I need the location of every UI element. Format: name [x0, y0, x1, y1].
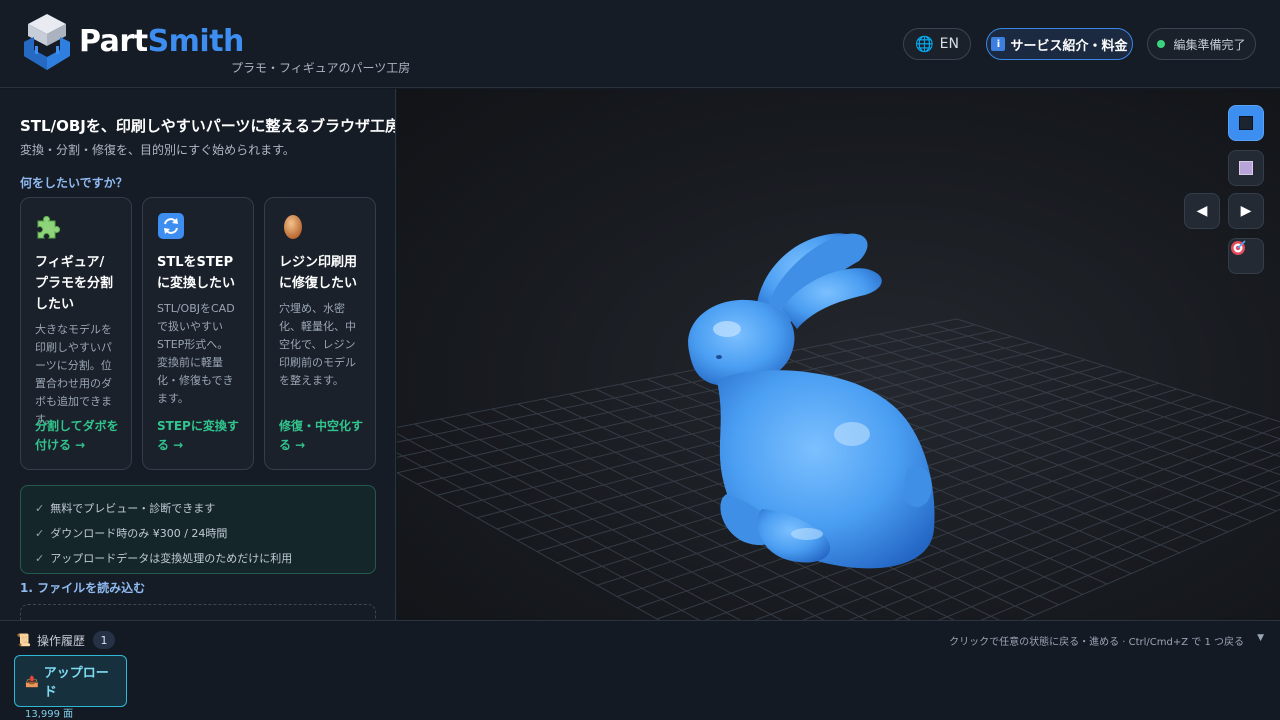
target-icon [1231, 240, 1246, 255]
history-count-badge: 1 [92, 631, 115, 649]
history-bar: 📜 操作履歴 1 クリックで任意の状態に戻る・進める · Ctrl/Cmd+Z … [0, 620, 1280, 720]
solid-view-button[interactable] [1228, 105, 1264, 141]
language-label: EN [939, 36, 959, 52]
scene-canvas[interactable] [397, 89, 1280, 620]
wireframe-view-button[interactable] [1228, 150, 1264, 186]
history-title: 操作履歴 [36, 633, 85, 648]
card-link[interactable]: 分割してダボを付ける → [35, 417, 121, 455]
history-item-text: アップロード [43, 666, 109, 700]
brand-name-part: Part [79, 24, 148, 59]
prev-view-button[interactable]: ◀ [1184, 193, 1220, 229]
status-dot-icon [1157, 40, 1166, 48]
grid-line [879, 333, 1280, 476]
info-row: ✓ ダウンロード時のみ ¥300 / 24時間 [35, 521, 361, 546]
chevron-down-icon[interactable]: ▼ [1257, 633, 1264, 643]
solid-view-icon [1239, 116, 1253, 130]
history-item-label: 📤 アップロード [25, 662, 116, 700]
focus-button[interactable] [1228, 238, 1264, 274]
status-label: 編集準備完了 [1173, 37, 1246, 52]
info-icon: i [991, 37, 1006, 51]
upload-icon: 📤 [25, 674, 39, 688]
egg-icon [279, 212, 307, 240]
card-link[interactable]: STEPに変換する → [157, 417, 243, 455]
info-text: ダウンロード時のみ ¥300 / 24時間 [50, 527, 228, 540]
service-info-label: サービス紹介・料金 [1010, 38, 1128, 54]
card-title: レジン印刷用に修復したい [279, 255, 358, 291]
check-icon: ✓ [35, 552, 45, 565]
card-description: 大きなモデルを印刷しやすいパーツに分割。位置合わせ用のダボも追加できます。 [35, 323, 112, 426]
next-view-button[interactable]: ▶ [1228, 193, 1264, 229]
task-question: 何をしたいですか？ [20, 176, 128, 190]
puzzle-icon [35, 212, 63, 240]
convert-icon [157, 212, 185, 240]
task-card-split[interactable]: フィギュア/プラモを分割したい 大きなモデルを印刷しやすいパーツに分割。位置合わ… [20, 197, 132, 470]
card-title: フィギュア/プラモを分割したい [35, 255, 114, 312]
globe-icon: 🌐 [914, 35, 934, 53]
history-item[interactable]: 📤 アップロード 13,999 面 [14, 655, 127, 720]
panel-subline: 変換・分割・修復を、目的別にすぐ始められます。 [20, 143, 295, 157]
info-text: 無料でプレビュー・診断できます [50, 502, 216, 515]
history-hint: クリックで任意の状態に戻る・進める · Ctrl/Cmd+Z で 1 つ戻る [949, 637, 1244, 648]
3d-viewport[interactable]: ◀ ▶ [397, 89, 1280, 620]
card-title: STLをSTEPに変換したい [157, 255, 236, 291]
card-description: STL/OBJをCADで扱いやすいSTEP形式へ。変換前に軽量化・修復もできます… [157, 302, 235, 405]
task-card-repair[interactable]: レジン印刷用に修復したい 穴埋め、水密化、軽量化、中空化で、レジン印刷前のモデル… [264, 197, 376, 470]
check-icon: ✓ [35, 527, 45, 540]
bunny-model[interactable] [688, 233, 935, 569]
service-info-button[interactable]: i サービス紹介・料金 [986, 28, 1133, 60]
panel-headline: STL/OBJを、印刷しやすいパーツに整えるブラウザ工房。 [20, 117, 396, 135]
status-indicator: 編集準備完了 [1147, 28, 1256, 60]
info-text: アップロードデータは変換処理のためだけに利用 [50, 552, 293, 565]
info-row: ✓ 無料でプレビュー・診断できます [35, 496, 361, 521]
card-link[interactable]: 修復・中空化する → [279, 417, 365, 455]
pricing-info-box: ✓ 無料でプレビュー・診断できます ✓ ダウンロード時のみ ¥300 / 24時間 … [20, 485, 376, 574]
task-card-convert[interactable]: STLをSTEPに変換したい STL/OBJをCADで扱いやすいSTEP形式へ。… [142, 197, 254, 470]
partsmith-logo-icon [24, 14, 70, 70]
history-item-meta: 13,999 面 [25, 709, 74, 720]
scroll-icon: 📜 [16, 633, 31, 647]
brand-tagline: プラモ・フィギュアのパーツ工房 [231, 61, 411, 75]
card-description: 穴埋め、水密化、軽量化、中空化で、レジン印刷前のモデルを整えます。 [279, 302, 356, 387]
left-panel: STL/OBJを、印刷しやすいパーツに整えるブラウザ工房。 変換・分割・修復を、… [0, 89, 396, 620]
brand-name-smith: Smith [147, 24, 245, 59]
wireframe-view-icon [1239, 161, 1253, 175]
info-row: ✓ アップロードデータは変換処理のためだけに利用 [35, 546, 361, 571]
brand-name[interactable]: PartSmith [79, 24, 244, 59]
app-header: PartSmith プラモ・フィギュアのパーツ工房 🌐 EN i サービス紹介・… [0, 0, 1280, 88]
next-arrow-icon: ▶ [1240, 203, 1252, 219]
check-icon: ✓ [35, 502, 45, 515]
history-header: 📜 操作履歴 1 [16, 631, 115, 649]
grid-line [956, 318, 1280, 423]
file-dropzone[interactable] [20, 604, 376, 620]
prev-arrow-icon: ◀ [1196, 203, 1208, 219]
language-button[interactable]: 🌐 EN [903, 28, 971, 60]
step1-heading: 1. ファイルを読み込む [20, 581, 146, 595]
